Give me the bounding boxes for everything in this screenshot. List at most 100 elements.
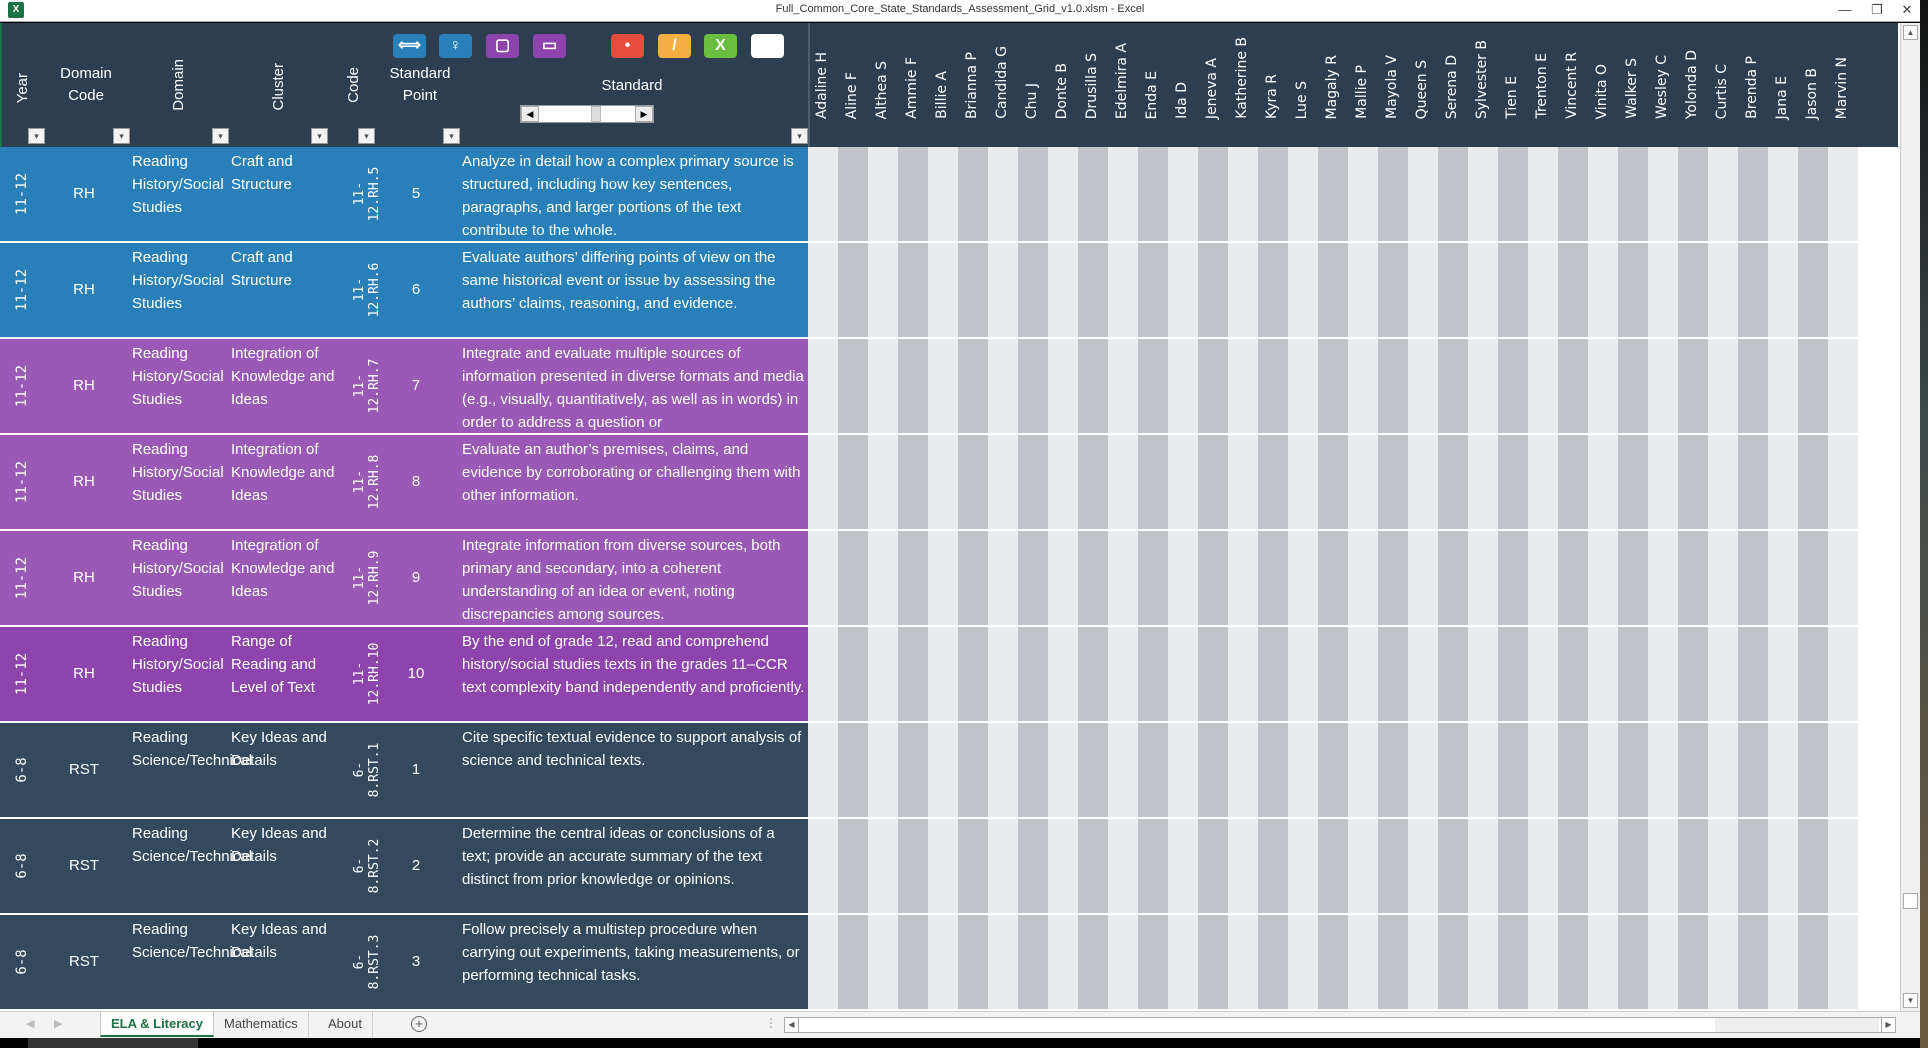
assessment-cell[interactable] — [1588, 339, 1618, 435]
assessment-cell[interactable] — [1438, 435, 1468, 531]
assessment-cell[interactable] — [988, 147, 1018, 243]
cluster-cell[interactable]: Craft and Structure — [231, 243, 336, 337]
assessment-cell[interactable] — [1738, 147, 1768, 243]
horizontal-scroll-track[interactable] — [1715, 1018, 1879, 1032]
assessment-cell[interactable] — [1798, 627, 1828, 723]
assessment-cell[interactable] — [928, 243, 958, 339]
student-column-header[interactable]: Candida G — [988, 23, 1018, 147]
assessment-cell[interactable] — [1048, 915, 1078, 1011]
assessment-cell[interactable] — [1528, 723, 1558, 819]
standard-cell[interactable]: Determine the central ideas or conclusio… — [462, 819, 805, 913]
standard-cell[interactable]: Cite specific textual evidence to suppor… — [462, 723, 805, 817]
assessment-cell[interactable] — [868, 723, 898, 819]
assessment-cell[interactable] — [1618, 435, 1648, 531]
assessment-cell[interactable] — [988, 915, 1018, 1011]
filter-year-button[interactable]: ▾ — [28, 128, 45, 144]
domain-code-cell[interactable]: RST — [40, 819, 128, 913]
assessment-cell[interactable] — [1378, 339, 1408, 435]
domain-code-cell[interactable]: RH — [40, 339, 128, 433]
assessment-cell[interactable] — [1438, 243, 1468, 339]
assessment-cell[interactable] — [808, 339, 838, 435]
taskbar-item[interactable] — [28, 1038, 198, 1048]
point-cell[interactable]: 7 — [385, 339, 447, 433]
assessment-cell[interactable] — [1288, 915, 1318, 1011]
assessment-cell[interactable] — [1648, 531, 1678, 627]
assessment-cell[interactable] — [1678, 435, 1708, 531]
assessment-cell[interactable] — [1498, 339, 1528, 435]
assessment-cell[interactable] — [1678, 915, 1708, 1011]
assessment-cell[interactable] — [1408, 435, 1438, 531]
assessment-cell[interactable] — [1108, 627, 1138, 723]
assessment-cell[interactable] — [1558, 339, 1588, 435]
assessment-cell[interactable] — [1678, 627, 1708, 723]
assessment-cell[interactable] — [1288, 531, 1318, 627]
assessment-cell[interactable] — [898, 627, 928, 723]
student-column-header[interactable]: Enda E — [1138, 23, 1168, 147]
student-column-header[interactable]: Kyra R — [1258, 23, 1288, 147]
assessment-cell[interactable] — [1168, 147, 1198, 243]
assessment-cell[interactable] — [1438, 627, 1468, 723]
assessment-cell[interactable] — [1048, 339, 1078, 435]
assessment-cell[interactable] — [1258, 435, 1288, 531]
student-column-header[interactable]: Jason B — [1798, 23, 1828, 147]
assessment-cell[interactable] — [838, 723, 868, 819]
filter-domain-code-button[interactable]: ▾ — [113, 128, 130, 144]
assessment-cell[interactable] — [1378, 819, 1408, 915]
point-cell[interactable]: 5 — [385, 147, 447, 241]
assessment-cell[interactable] — [1138, 339, 1168, 435]
assessment-cell[interactable] — [868, 531, 898, 627]
student-column-header[interactable]: Magaly R — [1318, 23, 1348, 147]
point-cell[interactable]: 3 — [385, 915, 447, 1009]
assessment-cell[interactable] — [1048, 147, 1078, 243]
assessment-cell[interactable] — [868, 243, 898, 339]
assessment-cell[interactable] — [1588, 531, 1618, 627]
assessment-cell[interactable] — [1438, 531, 1468, 627]
year-cell[interactable]: 11-12 — [8, 243, 38, 337]
cluster-cell[interactable]: Integration of Knowledge and Ideas — [231, 435, 336, 529]
assessment-cell[interactable] — [1588, 147, 1618, 243]
domain-cell[interactable]: Reading History/Social Studies — [132, 531, 226, 625]
assessment-cell[interactable] — [838, 243, 868, 339]
assessment-cell[interactable] — [1828, 819, 1858, 915]
assessment-cell[interactable] — [1828, 339, 1858, 435]
assessment-cell[interactable] — [1318, 915, 1348, 1011]
assessment-cell[interactable] — [1558, 147, 1588, 243]
cluster-cell[interactable]: Range of Reading and Level of Text — [231, 627, 336, 721]
window-icon[interactable]: ▭ — [533, 34, 566, 58]
assessment-cell[interactable] — [1648, 915, 1678, 1011]
assessment-cell[interactable] — [1618, 915, 1648, 1011]
assessment-cell[interactable] — [1618, 723, 1648, 819]
assessment-cell[interactable] — [1468, 243, 1498, 339]
assessment-cell[interactable] — [1378, 243, 1408, 339]
assessment-cell[interactable] — [1768, 531, 1798, 627]
student-column-header[interactable]: Chu J — [1018, 23, 1048, 147]
scroll-left-arrow[interactable]: ◀ — [785, 1018, 799, 1032]
student-column-header[interactable]: Vincent R — [1558, 23, 1588, 147]
domain-cell[interactable]: Reading History/Social Studies — [132, 147, 226, 241]
assessment-cell[interactable] — [1198, 243, 1228, 339]
cluster-cell[interactable]: Key Ideas and Details — [231, 915, 336, 1009]
filter-code-button[interactable]: ▾ — [358, 128, 375, 144]
scroll-right-arrow[interactable]: ▶ — [1881, 1018, 1895, 1032]
assessment-cell[interactable] — [1558, 243, 1588, 339]
assessment-cell[interactable] — [1528, 147, 1558, 243]
assessment-cell[interactable] — [1108, 723, 1138, 819]
assessment-cell[interactable] — [1558, 531, 1588, 627]
assessment-cell[interactable] — [1048, 531, 1078, 627]
assessment-cell[interactable] — [1408, 531, 1438, 627]
x-mark-icon[interactable]: X — [704, 34, 737, 58]
table-row[interactable]: 11-12 RH Reading History/Social Studies Int… — [0, 339, 1900, 435]
assessment-cell[interactable] — [1738, 723, 1768, 819]
assessment-cell[interactable] — [1678, 723, 1708, 819]
assessment-cell[interactable] — [1828, 147, 1858, 243]
assessment-cell[interactable] — [1708, 531, 1738, 627]
assessment-cell[interactable] — [1588, 435, 1618, 531]
assessment-cell[interactable] — [1768, 339, 1798, 435]
assessment-cell[interactable] — [1648, 819, 1678, 915]
student-column-header[interactable]: Aline F — [838, 23, 868, 147]
assessment-cell[interactable] — [1288, 723, 1318, 819]
assessment-cell[interactable] — [928, 147, 958, 243]
code-cell[interactable]: 11-12.RH.7 — [340, 339, 385, 433]
assessment-cell[interactable] — [898, 915, 928, 1011]
standard-cell[interactable]: Integrate and evaluate multiple sources … — [462, 339, 805, 433]
